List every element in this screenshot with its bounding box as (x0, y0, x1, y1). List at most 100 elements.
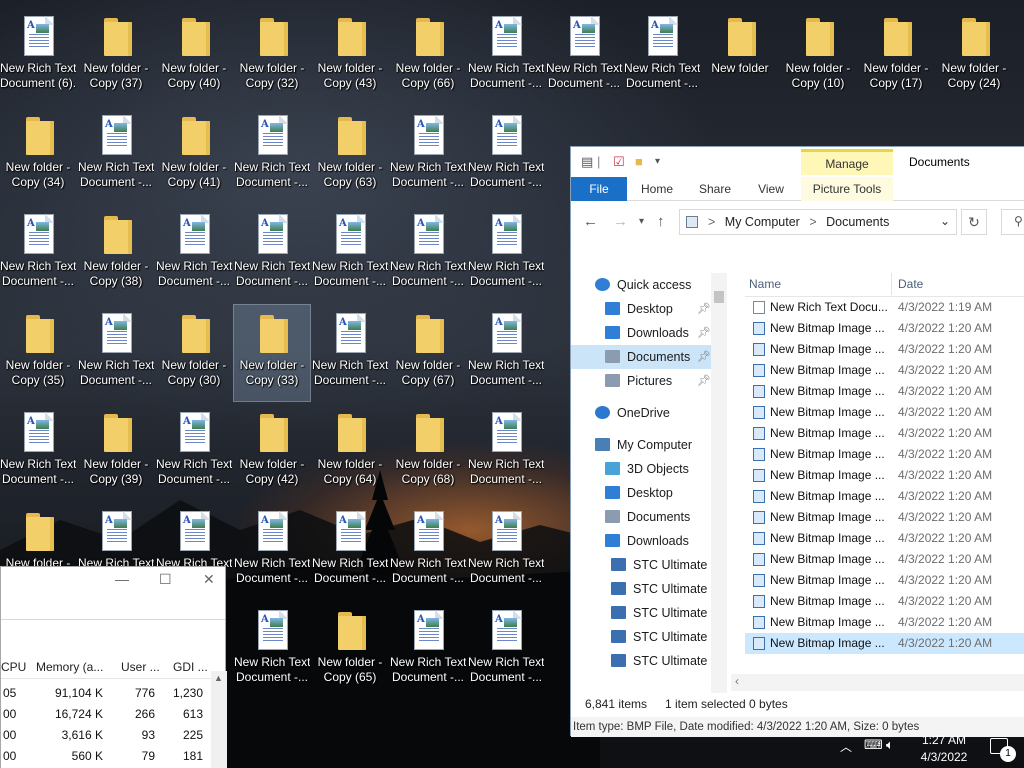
desktop-folder[interactable]: New folder - Copy (30) (156, 305, 232, 401)
process-row[interactable]: 00 16,724 K 266 613 (1, 704, 211, 725)
nav-item-desktop[interactable]: Desktop (571, 481, 719, 505)
tab-share[interactable]: Share (695, 177, 735, 201)
nav-item-my-computer[interactable]: My Computer (571, 433, 719, 457)
desktop-document[interactable]: A New Rich Text Document -... (468, 602, 544, 698)
tab-home[interactable]: Home (637, 177, 677, 201)
desktop-folder[interactable]: New folder - Copy (17) (858, 8, 934, 104)
nav-item-downloads[interactable]: Downloads (571, 529, 719, 553)
column-separator[interactable] (891, 273, 892, 295)
desktop-document[interactable]: A New Rich Text Document -... (468, 404, 544, 500)
desktop-document[interactable]: A New Rich Text Document -... (0, 404, 76, 500)
file-row[interactable]: New Bitmap Image ... 4/3/2022 1:20 AM (745, 591, 1024, 612)
desktop-document[interactable]: A New Rich Text Document -... (468, 206, 544, 302)
column-name[interactable]: Name (749, 277, 781, 291)
desktop-document[interactable]: A New Rich Text Document -... (390, 107, 466, 203)
desktop-document[interactable]: A New Rich Text Document -... (624, 8, 700, 104)
desktop-document[interactable]: A New Rich Text Document -... (390, 206, 466, 302)
nav-item-onedrive[interactable]: OneDrive (571, 401, 719, 425)
file-row[interactable]: New Bitmap Image ... 4/3/2022 1:20 AM (745, 339, 1024, 360)
search-input[interactable]: ⚲ (1001, 209, 1024, 235)
desktop-document[interactable]: A New Rich Text Document -... (234, 107, 310, 203)
desktop-document[interactable]: A New Rich Text Document -... (390, 602, 466, 698)
nav-item-3d-objects[interactable]: 3D Objects (571, 457, 719, 481)
show-hidden-icons-icon[interactable]: ︿ (840, 738, 852, 755)
horizontal-scrollbar[interactable]: ‹ (731, 674, 1024, 691)
refresh-icon[interactable]: ↻ (961, 209, 987, 235)
process-row[interactable]: 05 91,104 K 776 1,230 (1, 683, 211, 704)
file-row[interactable]: New Bitmap Image ... 4/3/2022 1:20 AM (745, 633, 1024, 654)
desktop-document[interactable]: A New Rich Text Document (6)... (0, 8, 76, 104)
desktop-folder[interactable]: New folder - Copy (10) (780, 8, 856, 104)
col-user-objects[interactable]: User ... (121, 660, 160, 674)
desktop-folder[interactable]: New folder - Copy (68) (390, 404, 466, 500)
nav-item-downloads[interactable]: Downloads 📌︎ (571, 321, 719, 345)
desktop-folder[interactable]: New folder - Copy (64) (312, 404, 388, 500)
nav-item-stc-ultimate-2[interactable]: STC Ultimate 2 (571, 553, 719, 577)
new-folder-icon[interactable]: ■ (635, 154, 643, 169)
desktop-folder[interactable]: New folder - Copy (41) (156, 107, 232, 203)
nav-item-pictures[interactable]: Pictures 📌︎ (571, 369, 719, 393)
tab-picture-tools[interactable]: Picture Tools (801, 177, 893, 201)
chevron-down-icon[interactable]: ⌄ (940, 214, 950, 228)
clock[interactable]: 1:27 AM 4/3/2022 (904, 732, 984, 766)
nav-item-stc-ultimate-2[interactable]: STC Ultimate 2 (571, 625, 719, 649)
up-arrow-icon[interactable]: ↑ (657, 213, 665, 230)
back-arrow-icon[interactable]: ← (583, 213, 598, 230)
process-row[interactable]: 00 560 K 79 181 (1, 746, 211, 767)
desktop-document[interactable]: A New Rich Text Document -... (156, 404, 232, 500)
desktop-document[interactable]: A New Rich Text Document -... (312, 503, 388, 599)
network-icon[interactable]: ⌨ (864, 737, 883, 753)
file-row[interactable]: New Bitmap Image ... 4/3/2022 1:20 AM (745, 423, 1024, 444)
breadcrumb-my-computer[interactable]: My Computer (725, 215, 800, 229)
maximize-icon[interactable]: ☐ (159, 571, 172, 588)
desktop-document[interactable]: A New Rich Text Document -... (546, 8, 622, 104)
desktop-folder[interactable]: New folder - Copy (63) (312, 107, 388, 203)
tab-view[interactable]: View (751, 177, 791, 201)
file-row[interactable]: New Bitmap Image ... 4/3/2022 1:20 AM (745, 486, 1024, 507)
desktop-folder[interactable]: New folder - Copy (67) (390, 305, 466, 401)
desktop-folder[interactable]: New folder - Copy (37) (78, 8, 154, 104)
desktop-folder[interactable]: New folder (702, 8, 778, 104)
file-row[interactable]: New Bitmap Image ... 4/3/2022 1:20 AM (745, 381, 1024, 402)
desktop-document[interactable]: A New Rich Text Document -... (468, 503, 544, 599)
file-row[interactable]: New Bitmap Image ... 4/3/2022 1:20 AM (745, 612, 1024, 633)
scroll-up-icon[interactable]: ▲ (214, 673, 223, 683)
nav-item-documents[interactable]: Documents (571, 505, 719, 529)
desktop-document[interactable]: A New Rich Text Document -... (312, 305, 388, 401)
nav-item-documents[interactable]: Documents 📌︎ (571, 345, 719, 369)
desktop-document[interactable]: A New Rich Text Document -... (156, 206, 232, 302)
file-row[interactable]: New Bitmap Image ... 4/3/2022 1:20 AM (745, 360, 1024, 381)
desktop-folder[interactable]: New folder - Copy (39) (78, 404, 154, 500)
desktop-folder[interactable]: New folder - Copy (33) (233, 304, 311, 402)
desktop-document[interactable]: A New Rich Text Document -... (390, 503, 466, 599)
customize-qat-icon[interactable]: ▾ (655, 156, 660, 167)
file-row[interactable]: New Bitmap Image ... 4/3/2022 1:20 AM (745, 570, 1024, 591)
desktop-folder[interactable]: New folder - Copy (35) (0, 305, 76, 401)
nav-item-desktop[interactable]: Desktop 📌︎ (571, 297, 719, 321)
nav-item-stc-ultimate-2[interactable]: STC Ultimate 2 (571, 601, 719, 625)
desktop-document[interactable]: A New Rich Text Document -... (0, 206, 76, 302)
desktop-folder[interactable]: New folder - Copy (32) (234, 8, 310, 104)
task-manager-scrollbar[interactable]: ▲ (211, 671, 227, 768)
desktop-document[interactable]: A New Rich Text Document -... (468, 8, 544, 104)
properties-icon[interactable]: ▤ (581, 154, 593, 170)
file-row[interactable]: New Rich Text Docu... 4/3/2022 1:19 AM (745, 297, 1024, 318)
desktop-folder[interactable]: New folder - Copy (43) (312, 8, 388, 104)
recent-locations-icon[interactable]: ▾ (639, 216, 644, 227)
desktop-folder[interactable]: New folder - Copy (42) (234, 404, 310, 500)
scroll-thumb[interactable] (714, 291, 724, 303)
desktop-folder[interactable]: New folder - Copy (38) (78, 206, 154, 302)
desktop-document[interactable]: A New Rich Text Document -... (312, 206, 388, 302)
desktop-document[interactable]: A New Rich Text Document -... (78, 305, 154, 401)
tab-manage[interactable]: Manage (801, 149, 893, 175)
nav-item-quick-access[interactable]: Quick access (571, 273, 719, 297)
scroll-left-icon[interactable]: ‹ (735, 674, 739, 688)
nav-item-stc-ultimate-2[interactable]: STC Ultimate 2 (571, 577, 719, 601)
forward-arrow-icon[interactable]: → (613, 213, 628, 230)
desktop-document[interactable]: A New Rich Text Document -... (468, 107, 544, 203)
desktop-folder[interactable]: New folder - Copy (65) (312, 602, 388, 698)
desktop-folder[interactable]: New folder - Copy (24) (936, 8, 1012, 104)
desktop-document[interactable]: A New Rich Text Document -... (234, 602, 310, 698)
nav-item-stc-ultimate-2[interactable]: STC Ultimate 2 (571, 649, 719, 673)
checklist-icon[interactable]: ☑ (613, 154, 625, 170)
